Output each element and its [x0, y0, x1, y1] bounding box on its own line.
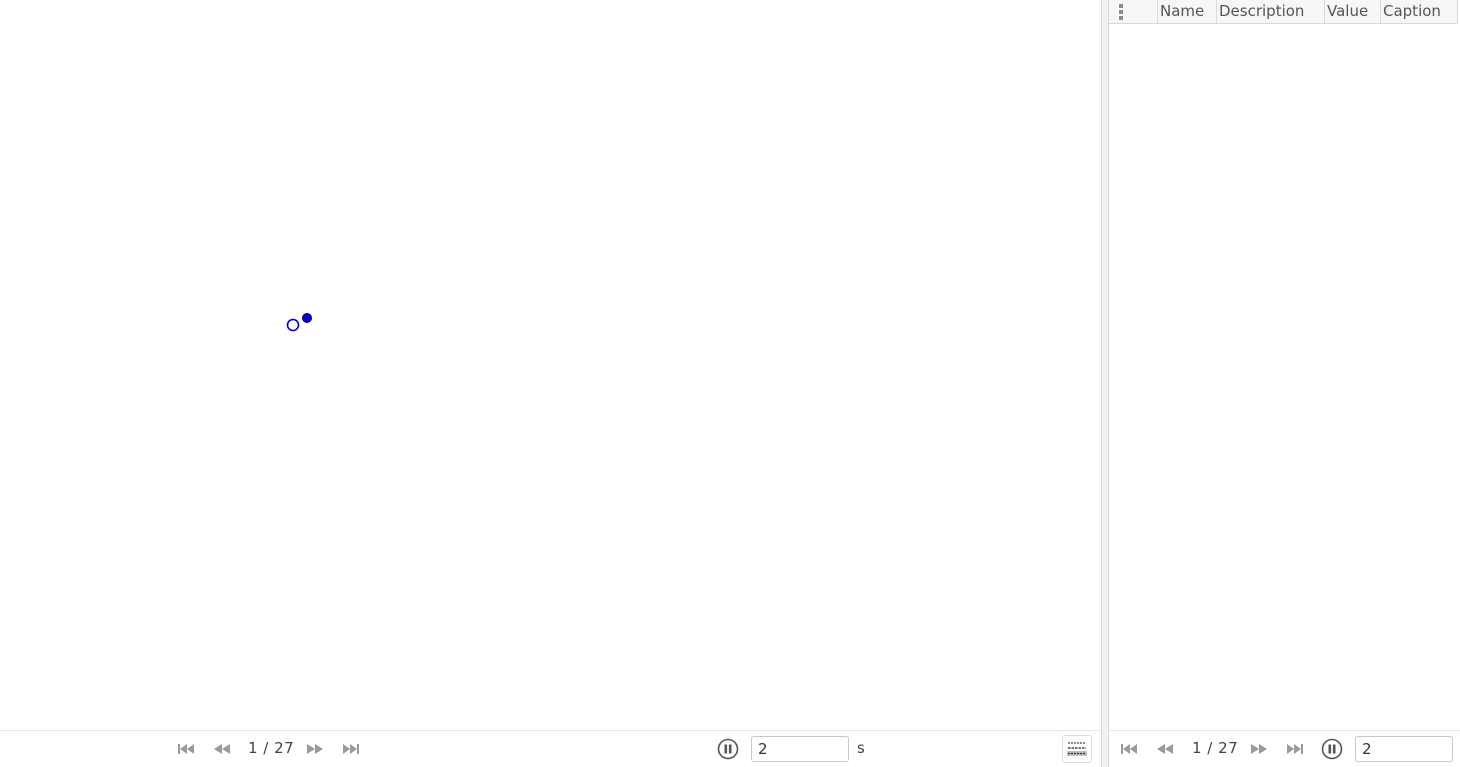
protocol-navigation-bar: 1 / 27	[1109, 730, 1460, 767]
graphics-canvas[interactable]	[0, 0, 1101, 730]
step-counter: 1 / 27	[1192, 739, 1239, 757]
point-hollow[interactable]	[286, 318, 300, 332]
step-forward-icon[interactable]	[1248, 740, 1270, 758]
speed-input[interactable]	[751, 736, 849, 762]
skip-to-last-icon[interactable]	[340, 740, 362, 758]
skip-to-last-icon[interactable]	[1284, 740, 1306, 758]
step-back-icon[interactable]	[211, 740, 233, 758]
graphics-view[interactable]: 1 / 27 s	[0, 0, 1101, 767]
point-filled[interactable]	[301, 312, 312, 323]
column-header-caption[interactable]: Caption	[1381, 0, 1457, 23]
pause-icon[interactable]	[1321, 738, 1343, 760]
algebra-view-icon[interactable]	[1062, 735, 1092, 763]
construction-navigation-bar: 1 / 27 s	[0, 730, 1101, 767]
step-back-icon[interactable]	[1154, 740, 1176, 758]
view-splitter[interactable]	[1101, 0, 1109, 767]
column-header-value[interactable]: Value	[1325, 0, 1381, 23]
column-header-description[interactable]: Description	[1217, 0, 1325, 23]
speed-input[interactable]	[1355, 736, 1453, 762]
step-forward-icon[interactable]	[304, 740, 326, 758]
step-counter: 1 / 27	[248, 739, 295, 757]
speed-unit-label: s	[857, 739, 865, 757]
skip-to-first-icon[interactable]	[175, 740, 197, 758]
skip-to-first-icon[interactable]	[1118, 740, 1140, 758]
column-header-name[interactable]: Name	[1158, 0, 1217, 23]
kebab-menu-icon[interactable]	[1109, 0, 1158, 23]
construction-protocol-view: Name Description Value Caption 1 / 27	[1109, 0, 1460, 767]
pause-icon[interactable]	[717, 738, 739, 760]
table-header: Name Description Value Caption	[1109, 0, 1458, 24]
geogebra-app: 1 / 27 s	[0, 0, 1460, 767]
